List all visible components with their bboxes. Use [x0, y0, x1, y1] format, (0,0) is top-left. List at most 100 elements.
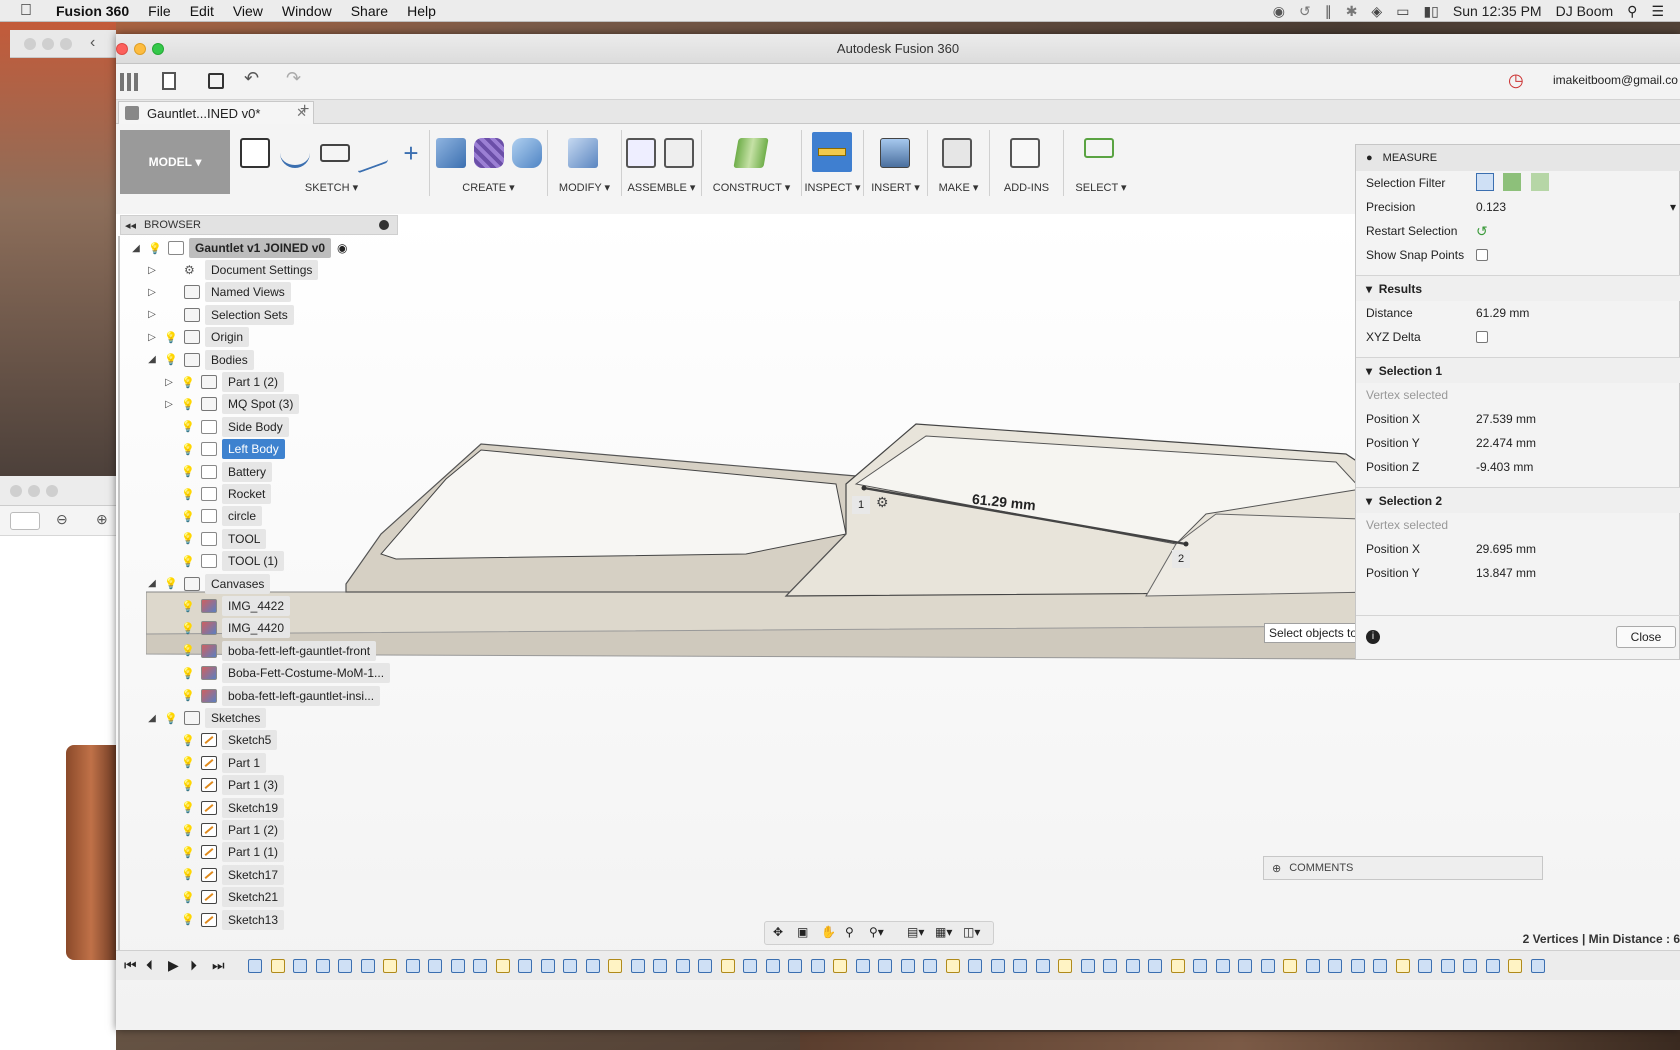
timeline-feature-icon[interactable] — [1463, 959, 1477, 973]
timeline-play-icon[interactable]: ▶ — [168, 957, 179, 974]
timeline-feature-icon[interactable] — [1260, 959, 1275, 973]
filter-body-icon[interactable] — [1476, 172, 1494, 191]
timeline-feature-icon[interactable] — [248, 959, 262, 973]
timeline-feature-icon[interactable] — [720, 959, 735, 973]
timeline-feature-icon[interactable] — [1508, 959, 1522, 973]
timeline-feature-icon[interactable] — [1350, 959, 1365, 973]
insert-image-icon[interactable] — [880, 138, 910, 168]
menu-view[interactable]: View — [233, 3, 263, 19]
timeline-feature-icon[interactable] — [315, 959, 330, 973]
display-settings-icon[interactable]: ▤▾ — [907, 925, 924, 939]
modify-label[interactable]: MODIFY ▾ — [548, 181, 621, 194]
collapse-browser-icon[interactable]: ◂◂ — [125, 219, 136, 232]
menu-app-name[interactable]: Fusion 360 — [56, 3, 129, 19]
visibility-bulb-icon[interactable]: 💡 — [181, 890, 195, 904]
timeline-feature-icon[interactable] — [1440, 959, 1455, 973]
info-icon[interactable]: i — [1366, 630, 1380, 644]
construct-label[interactable]: CONSTRUCT ▾ — [702, 181, 801, 194]
timeline-feature-icon[interactable] — [338, 959, 352, 973]
timeline-feature-icon[interactable] — [383, 959, 397, 973]
expand-toggle-icon[interactable]: ▷ — [146, 332, 158, 343]
browser-item[interactable]: ◢ 💡 Canvases — [146, 573, 271, 595]
comments-expand-icon[interactable]: ⊕ — [1272, 862, 1281, 875]
close-button[interactable]: Close — [1616, 626, 1676, 648]
browser-item[interactable]: 💡 Boba-Fett-Costume-MoM-1... — [163, 662, 391, 684]
add-ins-label[interactable]: ADD-INS — [990, 182, 1063, 194]
timeline-feature-icon[interactable] — [1305, 959, 1320, 973]
timeline-feature-icon[interactable] — [1058, 959, 1072, 973]
timeline-feature-icon[interactable] — [675, 959, 690, 973]
save-icon[interactable] — [208, 73, 224, 89]
expand-toggle-icon[interactable]: ◢ — [146, 354, 158, 365]
create-sketch-icon[interactable] — [240, 138, 270, 168]
orbit-icon[interactable]: ✥ — [773, 925, 783, 939]
visibility-bulb-icon[interactable]: 💡 — [164, 711, 178, 725]
restart-selection-icon[interactable]: ↺ — [1476, 223, 1488, 240]
browser-pin-icon[interactable] — [379, 220, 389, 230]
close-window-icon[interactable] — [116, 43, 128, 55]
fit-icon[interactable]: ⚲▾ — [869, 925, 884, 939]
visibility-bulb-icon[interactable]: 💡 — [181, 689, 195, 703]
rectangle-icon[interactable] — [320, 144, 350, 162]
filter-face-icon[interactable] — [1503, 172, 1522, 191]
timeline-feature-icon[interactable] — [540, 959, 555, 973]
form-icon[interactable] — [474, 138, 504, 168]
timeline-feature-icon[interactable] — [360, 959, 375, 973]
visibility-bulb-icon[interactable]: 💡 — [181, 868, 195, 882]
timeline-feature-icon[interactable] — [788, 959, 802, 973]
zoom-icon[interactable]: ⚲ — [845, 925, 854, 939]
apple-icon[interactable]:  — [20, 2, 32, 20]
visibility-bulb-icon[interactable]: 💡 — [181, 778, 195, 792]
create-label[interactable]: CREATE ▾ — [430, 181, 547, 194]
timeline-feature-icon[interactable] — [810, 959, 825, 973]
redo-icon[interactable]: ↷ — [286, 68, 301, 89]
timeline-back-icon[interactable]: ⏴ — [146, 957, 153, 974]
browser-item[interactable]: ▷ Selection Sets — [146, 304, 294, 326]
activate-icon[interactable]: ◉ — [337, 241, 347, 255]
visibility-bulb-icon[interactable]: 💡 — [181, 442, 195, 456]
battery-icon[interactable]: ▮▯ — [1423, 3, 1438, 20]
model-body[interactable] — [146, 214, 1376, 674]
timeline-feature-icon[interactable] — [968, 959, 982, 973]
visibility-bulb-icon[interactable]: 💡 — [181, 913, 195, 927]
visibility-bulb-icon[interactable]: 💡 — [181, 845, 195, 859]
visibility-bulb-icon[interactable]: 💡 — [181, 733, 195, 747]
timeline-feature-icon[interactable] — [1418, 959, 1432, 973]
airplay-icon[interactable]: ▭ — [1396, 3, 1409, 20]
browser-item[interactable]: 💡 Sketch5 — [163, 729, 278, 751]
3d-print-icon[interactable] — [942, 138, 972, 168]
timeline-feature-icon[interactable] — [1013, 959, 1027, 973]
selection-2-section[interactable]: ▾ Selection 2 — [1356, 487, 1680, 513]
select-label[interactable]: SELECT ▾ — [1064, 181, 1138, 194]
timeline-feature-icon[interactable] — [698, 959, 712, 973]
timeline-feature-icon[interactable] — [1373, 959, 1387, 973]
new-component-icon[interactable] — [626, 138, 656, 168]
select-icon[interactable] — [1084, 138, 1114, 158]
visibility-bulb-icon[interactable]: 💡 — [164, 330, 178, 344]
browser-item[interactable]: ▷ 💡 Origin — [146, 326, 250, 348]
visibility-bulb-icon[interactable]: 💡 — [164, 353, 178, 367]
document-tab[interactable]: Gauntlet...INED v0* ✕ — [118, 101, 314, 124]
look-at-icon[interactable]: ▣ — [797, 925, 808, 939]
data-panel-icon[interactable] — [120, 73, 138, 91]
results-section[interactable]: ▾ Results — [1356, 275, 1680, 301]
workspace-switcher[interactable]: MODEL ▾ — [120, 130, 230, 194]
visibility-bulb-icon[interactable]: 💡 — [164, 577, 178, 591]
zoom-window-icon[interactable] — [152, 43, 164, 55]
timeline-feature-icon[interactable] — [1148, 959, 1162, 973]
timeline-end-icon[interactable]: ⏭ — [212, 957, 225, 974]
browser-item[interactable]: 💡 Sketch17 — [163, 864, 285, 886]
timeline-feature-icon[interactable] — [878, 959, 892, 973]
visibility-bulb-icon[interactable]: 💡 — [181, 823, 195, 837]
visibility-bulb-icon[interactable]: 💡 — [181, 487, 195, 501]
loft-icon[interactable] — [512, 138, 542, 168]
scripts-icon[interactable] — [1010, 138, 1040, 168]
browser-item[interactable]: ▷ Named Views — [146, 281, 291, 303]
filter-edge-icon[interactable] — [1530, 172, 1549, 191]
timeline-feature-icon[interactable] — [428, 959, 442, 973]
bluetooth-icon[interactable]: ✱ — [1346, 3, 1358, 20]
browser-item[interactable]: 💡 Part 1 — [163, 752, 267, 774]
timeline-feature-icon[interactable] — [293, 959, 307, 973]
expand-toggle-icon[interactable]: ▷ — [146, 265, 158, 276]
comments-panel[interactable]: ⊕ COMMENTS — [1263, 856, 1543, 880]
